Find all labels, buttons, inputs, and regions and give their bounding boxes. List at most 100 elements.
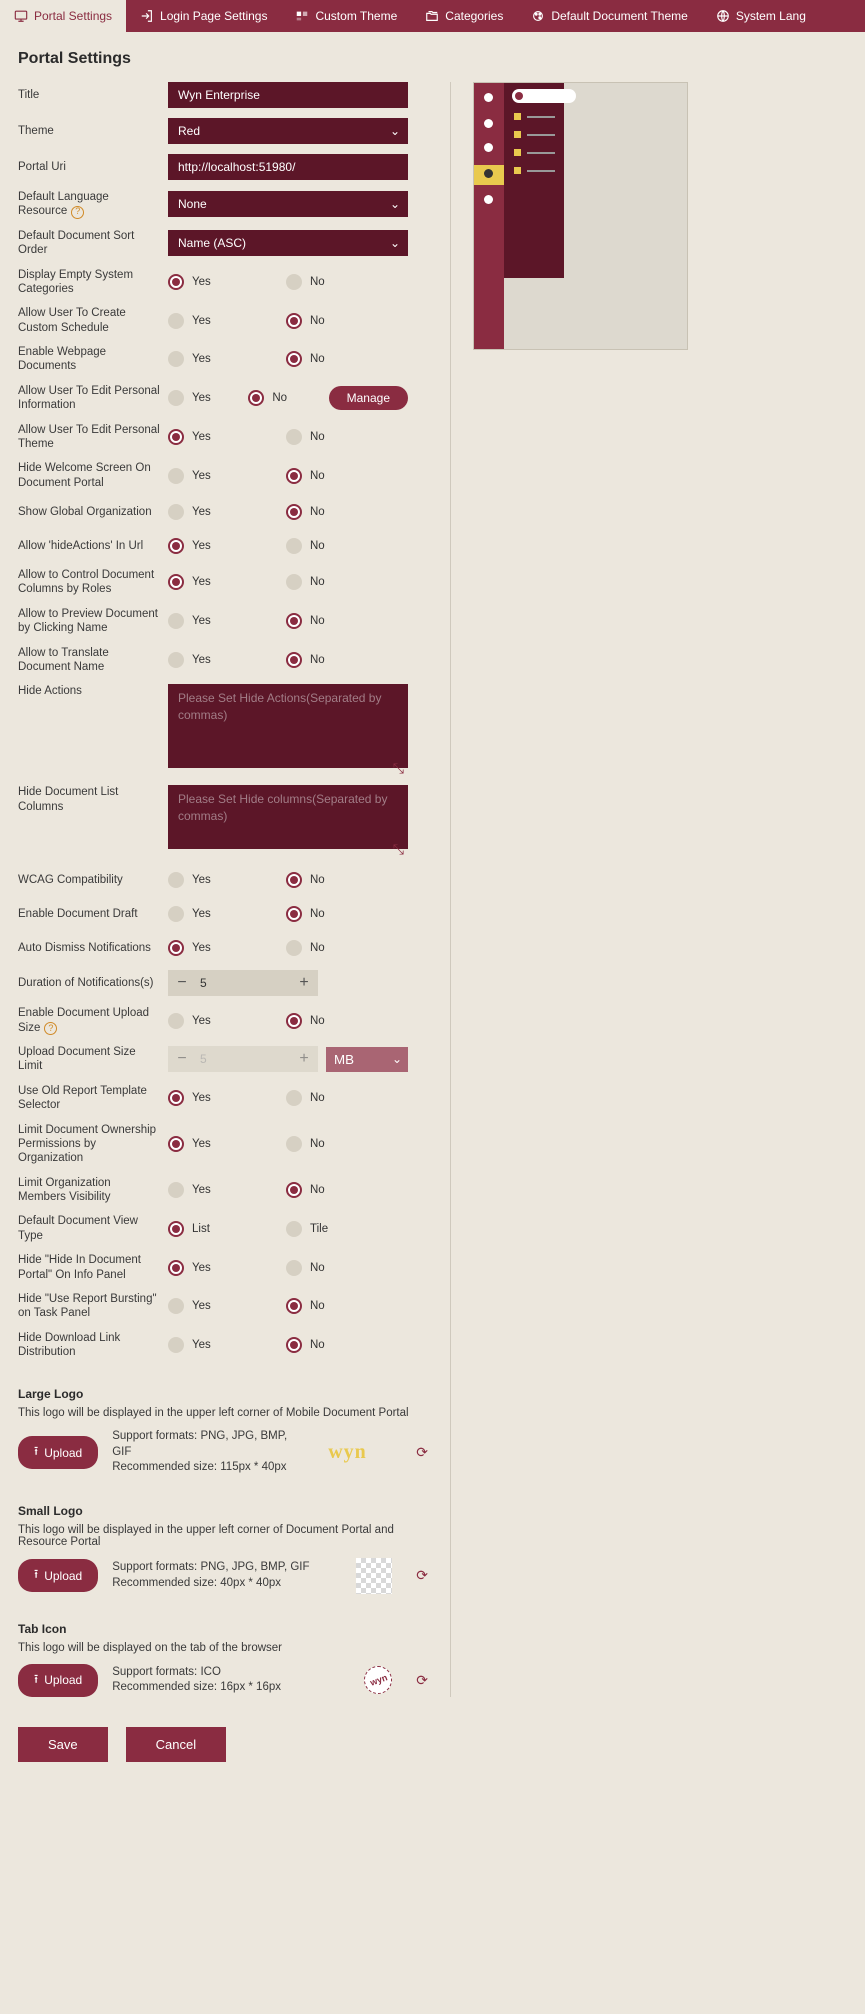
radio-sgo-yes[interactable]: Yes <box>168 504 286 520</box>
resize-handle-icon[interactable]: ⤡ <box>393 760 404 777</box>
upload-large-logo-button[interactable]: ⭱Upload <box>18 1436 98 1469</box>
small-logo-preview <box>356 1558 392 1594</box>
radio-icon <box>286 313 302 329</box>
radio-acdc-no[interactable]: No <box>286 574 404 590</box>
tab-label: Default Document Theme <box>551 9 688 23</box>
hide-columns-textarea[interactable] <box>168 785 408 849</box>
tab-portal-settings[interactable]: Portal Settings <box>0 0 126 32</box>
radio-apdc-yes[interactable]: Yes <box>168 613 286 629</box>
radio-icon <box>168 468 184 484</box>
resize-handle-icon[interactable]: ⤡ <box>393 841 404 858</box>
save-button[interactable]: Save <box>18 1727 108 1762</box>
cancel-button[interactable]: Cancel <box>126 1727 226 1762</box>
radio-ldop-no[interactable]: No <box>286 1136 404 1152</box>
radio-uorts-yes[interactable]: Yes <box>168 1090 286 1106</box>
upload-small-logo-button[interactable]: ⭱Upload <box>18 1559 98 1592</box>
hide-actions-textarea[interactable] <box>168 684 408 768</box>
radio-edus-yes[interactable]: Yes <box>168 1013 286 1029</box>
doc-theme-icon <box>531 9 545 23</box>
unit-select[interactable]: MB <box>326 1047 408 1072</box>
radio-icon <box>168 538 184 554</box>
label-desc: Display Empty System Categories <box>18 268 168 297</box>
radio-ddvt-tile[interactable]: Tile <box>286 1221 404 1237</box>
radio-hhip-yes[interactable]: Yes <box>168 1260 286 1276</box>
refresh-icon[interactable]: ⟳ <box>416 1444 428 1461</box>
label-title: Title <box>18 88 168 102</box>
radio-hdld-yes[interactable]: Yes <box>168 1337 286 1353</box>
label-ddso: Default Document Sort Order <box>18 229 168 258</box>
label-ldop: Limit Document Ownership Permissions by … <box>18 1123 168 1166</box>
tab-default-doc-theme[interactable]: Default Document Theme <box>517 0 702 32</box>
radio-wcag-yes[interactable]: Yes <box>168 872 286 888</box>
refresh-icon[interactable]: ⟳ <box>416 1672 428 1689</box>
dlr-select[interactable]: None <box>168 191 408 217</box>
radio-hws-yes[interactable]: Yes <box>168 468 286 484</box>
help-icon[interactable]: ? <box>71 206 84 219</box>
manage-button[interactable]: Manage <box>329 386 408 410</box>
radio-lomv-yes[interactable]: Yes <box>168 1182 286 1198</box>
radio-aha-no[interactable]: No <box>286 538 404 554</box>
title-input[interactable] <box>168 82 408 108</box>
plus-icon[interactable]: + <box>290 974 318 992</box>
radio-aucs-yes[interactable]: Yes <box>168 313 286 329</box>
tab-system-lang[interactable]: System Lang <box>702 0 820 32</box>
duration-stepper[interactable]: −5+ <box>168 970 318 996</box>
refresh-icon[interactable]: ⟳ <box>416 1567 428 1584</box>
radio-icon <box>286 1260 302 1276</box>
radio-lomv-no[interactable]: No <box>286 1182 404 1198</box>
radio-edd-no[interactable]: No <box>286 906 404 922</box>
minus-icon[interactable]: − <box>168 974 196 992</box>
radio-uorts-no[interactable]: No <box>286 1090 404 1106</box>
radio-hws-no[interactable]: No <box>286 468 404 484</box>
theme-select[interactable]: Red <box>168 118 408 144</box>
label-hurb: Hide "Use Report Bursting" on Task Panel <box>18 1292 168 1321</box>
radio-edd-yes[interactable]: Yes <box>168 906 286 922</box>
portal-uri-input[interactable] <box>168 154 408 180</box>
tab-label: Categories <box>445 9 503 23</box>
radio-hurb-yes[interactable]: Yes <box>168 1298 286 1314</box>
radio-icon <box>168 652 184 668</box>
radio-apdc-no[interactable]: No <box>286 613 404 629</box>
radio-wcag-no[interactable]: No <box>286 872 404 888</box>
radio-atdn-yes[interactable]: Yes <box>168 652 286 668</box>
radio-adn-no[interactable]: No <box>286 940 404 956</box>
radio-atdn-no[interactable]: No <box>286 652 404 668</box>
radio-desc-no[interactable]: No <box>286 274 404 290</box>
radio-auept-no[interactable]: No <box>286 429 404 445</box>
label-theme: Theme <box>18 124 168 138</box>
tab-icon-preview: wyn <box>364 1666 392 1694</box>
radio-icon <box>168 351 184 367</box>
radio-ldop-yes[interactable]: Yes <box>168 1136 286 1152</box>
label-hhip: Hide "Hide In Document Portal" On Info P… <box>18 1253 168 1282</box>
radio-auept-yes[interactable]: Yes <box>168 429 286 445</box>
radio-icon <box>286 538 302 554</box>
radio-desc-yes[interactable]: Yes <box>168 274 286 290</box>
radio-hhip-no[interactable]: No <box>286 1260 404 1276</box>
theme-preview <box>473 82 688 350</box>
palette-icon <box>295 9 309 23</box>
tab-custom-theme[interactable]: Custom Theme <box>281 0 411 32</box>
radio-edus-no[interactable]: No <box>286 1013 404 1029</box>
radio-ewd-yes[interactable]: Yes <box>168 351 286 367</box>
tab-login-page[interactable]: Login Page Settings <box>126 0 281 32</box>
radio-auepi-yes[interactable]: Yes <box>168 390 248 406</box>
radio-ddvt-list[interactable]: List <box>168 1221 286 1237</box>
upload-tab-icon-button[interactable]: ⭱Upload <box>18 1664 98 1697</box>
tab-categories[interactable]: Categories <box>411 0 517 32</box>
radio-hdld-no[interactable]: No <box>286 1337 404 1353</box>
stepper-value: 5 <box>196 976 290 990</box>
radio-hurb-no[interactable]: No <box>286 1298 404 1314</box>
help-icon[interactable]: ? <box>44 1022 57 1035</box>
radio-aha-yes[interactable]: Yes <box>168 538 286 554</box>
radio-adn-yes[interactable]: Yes <box>168 940 286 956</box>
radio-sgo-no[interactable]: No <box>286 504 404 520</box>
radio-auepi-no[interactable]: No <box>248 390 328 406</box>
minus-icon: − <box>168 1050 196 1068</box>
large-logo-preview: wyn <box>303 1439 393 1467</box>
radio-acdc-yes[interactable]: Yes <box>168 574 286 590</box>
radio-aucs-no[interactable]: No <box>286 313 404 329</box>
ddso-select[interactable]: Name (ASC) <box>168 230 408 256</box>
radio-ewd-no[interactable]: No <box>286 351 404 367</box>
label-hws: Hide Welcome Screen On Document Portal <box>18 461 168 490</box>
page-title: Portal Settings <box>18 50 847 68</box>
